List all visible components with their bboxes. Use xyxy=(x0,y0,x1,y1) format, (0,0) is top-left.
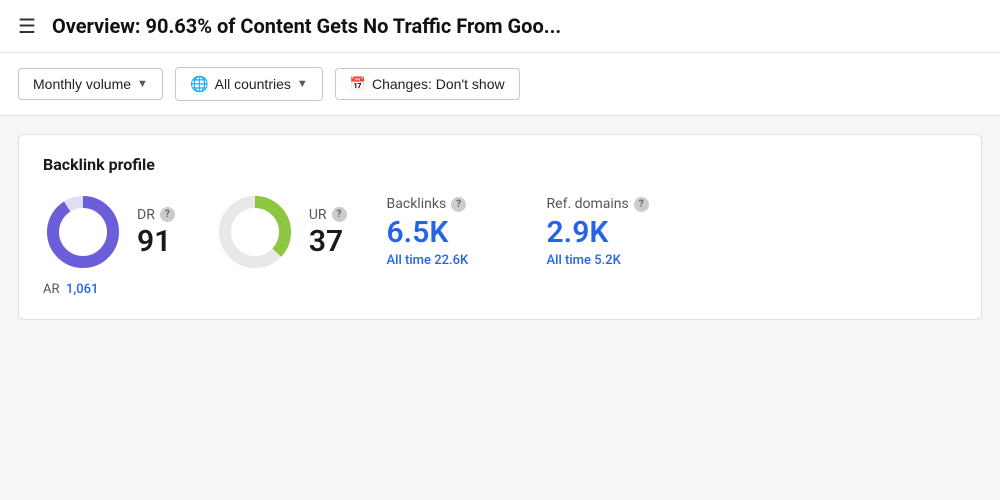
volume-filter-button[interactable]: Monthly volume ▼ xyxy=(18,68,163,100)
countries-filter-label: All countries xyxy=(215,76,291,92)
main-content: Backlink profile xyxy=(0,116,1000,338)
metrics-wrapper: DR ? 91 xyxy=(43,192,957,297)
ref-domains-alltime-value[interactable]: 5.2K xyxy=(594,253,621,268)
ur-value: 37 xyxy=(309,225,347,258)
metrics-row: DR ? 91 xyxy=(43,192,957,272)
ar-label: AR xyxy=(43,282,60,297)
ref-domains-label: Ref. domains ? xyxy=(547,196,667,212)
changes-filter-label: Changes: Don't show xyxy=(372,76,505,92)
ref-domains-alltime: All time 5.2K xyxy=(547,253,667,268)
calendar-icon: 📅 xyxy=(350,76,366,92)
backlink-profile-card: Backlink profile xyxy=(18,134,982,320)
app-header: ☰ Overview: 90.63% of Content Gets No Tr… xyxy=(0,0,1000,53)
ref-domains-help-icon[interactable]: ? xyxy=(634,197,649,212)
ar-row: AR 1,061 xyxy=(43,282,957,297)
globe-icon: 🌐 xyxy=(190,75,209,93)
ref-domains-metric: Ref. domains ? 2.9K All time 5.2K xyxy=(547,196,667,268)
backlinks-alltime: All time 22.6K xyxy=(387,253,507,268)
card-title: Backlink profile xyxy=(43,155,957,174)
dr-help-icon[interactable]: ? xyxy=(160,207,175,222)
filter-bar: Monthly volume ▼ 🌐 All countries ▼ 📅 Cha… xyxy=(0,53,1000,116)
backlinks-metric: Backlinks ? 6.5K All time 22.6K xyxy=(387,196,507,268)
hamburger-icon[interactable]: ☰ xyxy=(18,14,36,38)
ur-help-icon[interactable]: ? xyxy=(332,207,347,222)
volume-dropdown-arrow-icon: ▼ xyxy=(137,78,148,90)
ur-label: UR ? xyxy=(309,207,347,223)
dr-metric-info: DR ? 91 xyxy=(137,207,175,258)
dr-label: DR ? xyxy=(137,207,175,223)
countries-dropdown-arrow-icon: ▼ xyxy=(297,78,308,90)
dr-donut-chart xyxy=(43,192,123,272)
volume-filter-label: Monthly volume xyxy=(33,76,131,92)
ar-value[interactable]: 1,061 xyxy=(66,282,98,297)
backlinks-alltime-value[interactable]: 22.6K xyxy=(434,253,468,268)
ur-metric-info: UR ? 37 xyxy=(309,207,347,258)
changes-filter-button[interactable]: 📅 Changes: Don't show xyxy=(335,68,520,100)
backlinks-help-icon[interactable]: ? xyxy=(451,197,466,212)
ref-domains-value[interactable]: 2.9K xyxy=(547,216,667,249)
dr-metric-group: DR ? 91 xyxy=(43,192,175,272)
ur-metric-group: UR ? 37 xyxy=(215,192,347,272)
ur-donut-chart xyxy=(215,192,295,272)
countries-filter-button[interactable]: 🌐 All countries ▼ xyxy=(175,67,323,101)
backlinks-value[interactable]: 6.5K xyxy=(387,216,507,249)
dr-value: 91 xyxy=(137,225,175,258)
page-title: Overview: 90.63% of Content Gets No Traf… xyxy=(52,14,561,38)
backlinks-label: Backlinks ? xyxy=(387,196,507,212)
